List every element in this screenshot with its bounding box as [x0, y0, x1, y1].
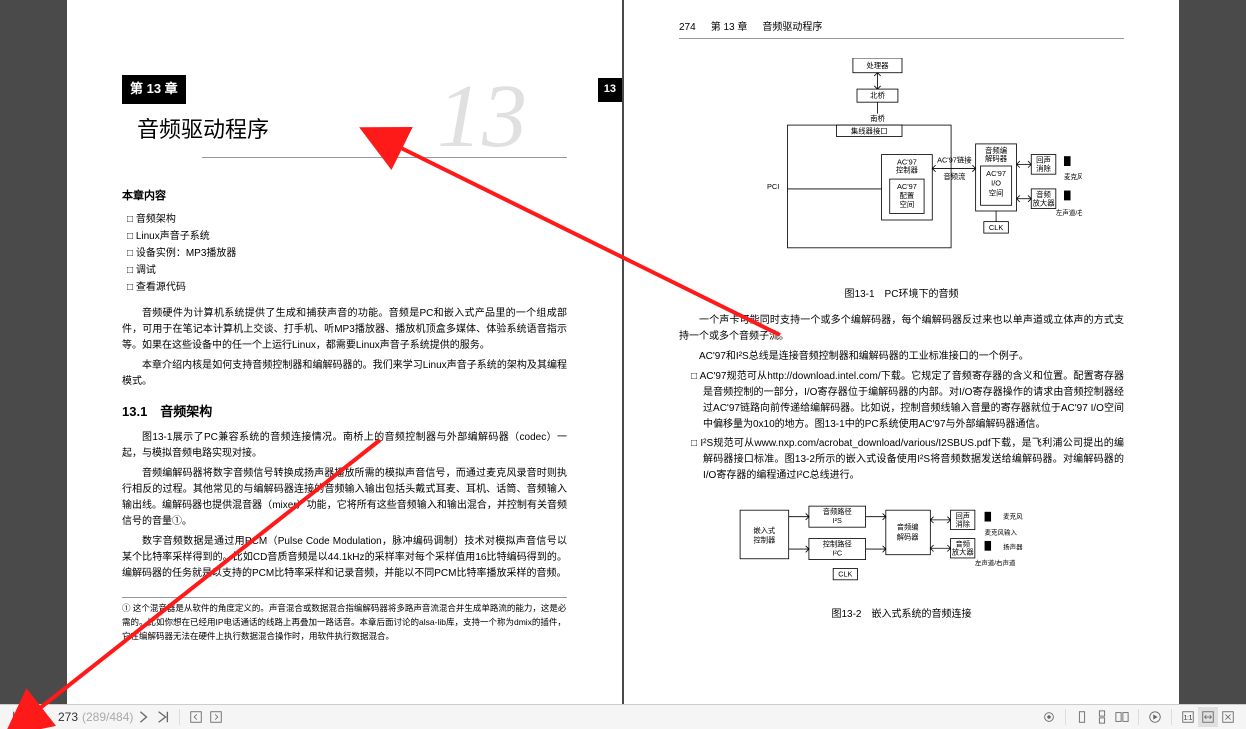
section-heading: 13.1 音频架构 [122, 402, 567, 423]
svg-text:PCI: PCI [766, 182, 778, 191]
separator [1138, 709, 1139, 725]
chapter-title: 音频驱动程序 [137, 112, 269, 147]
svg-text:集线器接口: 集线器接口 [850, 126, 887, 135]
actual-size-button[interactable]: 1:1 [1178, 707, 1198, 727]
svg-text:音频流: 音频流 [943, 172, 966, 181]
separator [179, 709, 180, 725]
svg-text:放大器: 放大器 [1032, 198, 1055, 207]
diagram-2: 嵌入式 控制器 音频路径 I²S 控制路径 I²C 音频编 解码器 CLK [732, 494, 1072, 597]
first-page-button[interactable] [8, 707, 28, 727]
svg-text:解码器: 解码器 [985, 154, 1008, 163]
fit-page-button[interactable] [1218, 707, 1238, 727]
list-item: AC'97规范可从http://download.intel.com/下载。它规… [679, 369, 1124, 433]
svg-text:空间: 空间 [988, 188, 1003, 197]
next-page-button[interactable] [133, 707, 153, 727]
svg-text:AC'97链接: AC'97链接 [937, 156, 972, 165]
bottom-toolbar: (289/484) 1:1 [0, 704, 1246, 729]
svg-text:空间: 空间 [899, 200, 914, 209]
toc-list: 音频架构 Linux声音子系统 设备实例：MP3播放器 调试 查看源代码 [127, 211, 567, 296]
header-chapter: 第 13 章 [711, 20, 748, 36]
page-number: 274 [679, 20, 696, 36]
svg-text:I²C: I²C [832, 548, 842, 557]
page-total-label: (289/484) [82, 710, 133, 724]
svg-text:AC'97: AC'97 [986, 169, 1006, 178]
svg-text:音频路径: 音频路径 [822, 507, 851, 516]
svg-text:CLK: CLK [988, 223, 1002, 232]
document-viewer: 13 13 第 13 章 音频驱动程序 本章内容 音频架构 Linux声音子系统… [0, 0, 1246, 704]
chapter-label: 第 13 章 [122, 75, 186, 104]
svg-text:放大器: 放大器 [951, 547, 974, 556]
separator [1065, 709, 1066, 725]
fit-width-button[interactable] [1198, 707, 1218, 727]
svg-text:北桥: 北桥 [870, 91, 885, 100]
svg-text:麦克风输入: 麦克风输入 [984, 527, 1017, 536]
page-right: 274 第 13 章 音频驱动程序 处理器 北桥 南桥 集线器接口 [624, 0, 1179, 704]
header-title: 音频驱动程序 [762, 20, 822, 36]
svg-text:麦克风: 麦克风 [1003, 511, 1023, 520]
svg-text:音频编: 音频编 [896, 522, 918, 531]
svg-text:配置: 配置 [899, 191, 914, 200]
diagram-1: 处理器 北桥 南桥 集线器接口 AC'97 控制器 AC'97 配置 空间 [722, 58, 1082, 277]
chapter-badge: 13 [598, 78, 622, 102]
toc-heading: 本章内容 [122, 188, 567, 206]
header-rule [202, 157, 567, 158]
paragraph: 本章介绍内核是如何支持音频控制器和编解码器的。我们来学习Linux声音子系统的架… [122, 358, 567, 390]
svg-text:嵌入式: 嵌入式 [753, 526, 776, 535]
svg-text:控制器: 控制器 [753, 535, 776, 544]
toc-item: 设备实例：MP3播放器 [127, 245, 567, 262]
page-left: 13 13 第 13 章 音频驱动程序 本章内容 音频架构 Linux声音子系统… [67, 0, 622, 704]
paragraph: 音频编解码器将数字音频信号转换成扬声器播放所需的模拟声音信号，而通过麦克风录音时… [122, 466, 567, 530]
figure-caption-1: 图13-1 PC环境下的音频 [679, 287, 1124, 303]
toc-item: 查看源代码 [127, 279, 567, 296]
svg-text:控制路径: 控制路径 [822, 539, 851, 548]
two-page-button[interactable] [1112, 707, 1132, 727]
svg-text:南桥: 南桥 [870, 114, 885, 123]
svg-text:AC'97: AC'97 [896, 182, 916, 191]
toc-item: 调试 [127, 262, 567, 279]
single-page-button[interactable] [1072, 707, 1092, 727]
svg-text:左声道/右声道: 左声道/右声道 [974, 558, 1015, 567]
paragraph: 数字音频数据是通过用PCM（Pulse Code Modulation，脉冲编码… [122, 534, 567, 582]
toc-item: Linux声音子系统 [127, 228, 567, 245]
last-page-button[interactable] [153, 707, 173, 727]
svg-text:消除: 消除 [955, 519, 970, 528]
svg-text:解码器: 解码器 [896, 532, 919, 541]
svg-text:扬声器: 扬声器 [1003, 542, 1023, 551]
prev-page-button[interactable] [28, 707, 48, 727]
continuous-page-button[interactable] [1092, 707, 1112, 727]
paragraph: 图13-1展示了PC兼容系统的音频连接情况。南桥上的音频控制器与外部编解码器（c… [122, 430, 567, 462]
chapter-header: 13 第 13 章 音频驱动程序 [122, 75, 567, 158]
read-mode-button[interactable] [1039, 707, 1059, 727]
svg-text:I²S: I²S [832, 516, 841, 525]
bullet-list: AC'97规范可从http://download.intel.com/下载。它规… [679, 369, 1124, 484]
figure-caption-2: 图13-2 嵌入式系统的音频连接 [679, 607, 1124, 623]
footnote: ① 这个混音器是从软件的角度定义的。声音混合或数据混合指编解码器将多路声音流混合… [122, 597, 567, 643]
svg-text:控制器: 控制器 [895, 166, 918, 175]
paragraph: 音频硬件为计算机系统提供了生成和捕获声音的功能。音频是PC和嵌入式产品里的一个组… [122, 306, 567, 354]
separator [1171, 709, 1172, 725]
page-header: 274 第 13 章 音频驱动程序 [679, 20, 1124, 39]
page-number-input[interactable] [48, 710, 78, 724]
sidebar-expand-button[interactable] [206, 707, 226, 727]
svg-text:I/O: I/O [991, 179, 1001, 188]
svg-text:左声道/右声道: 左声道/右声道 [1055, 208, 1081, 217]
svg-text:麦克风输入: 麦克风输入 [1063, 172, 1081, 181]
svg-text:消除: 消除 [1036, 164, 1051, 173]
paragraph: AC'97和I²S总线是连接音频控制器和编解码器的工业标准接口的一个例子。 [679, 349, 1124, 365]
paragraph: 一个声卡可能同时支持一个或多个编解码器，每个编解码器反过来也以单声道或立体声的方… [679, 313, 1124, 345]
svg-text:CLK: CLK [838, 569, 852, 578]
list-item: I²S规范可从www.nxp.com/acrobat_download/vari… [679, 436, 1124, 484]
play-slideshow-button[interactable] [1145, 707, 1165, 727]
svg-text:1:1: 1:1 [1184, 715, 1193, 722]
svg-text:处理器: 处理器 [866, 61, 889, 70]
sidebar-collapse-button[interactable] [186, 707, 206, 727]
toc-item: 音频架构 [127, 211, 567, 228]
